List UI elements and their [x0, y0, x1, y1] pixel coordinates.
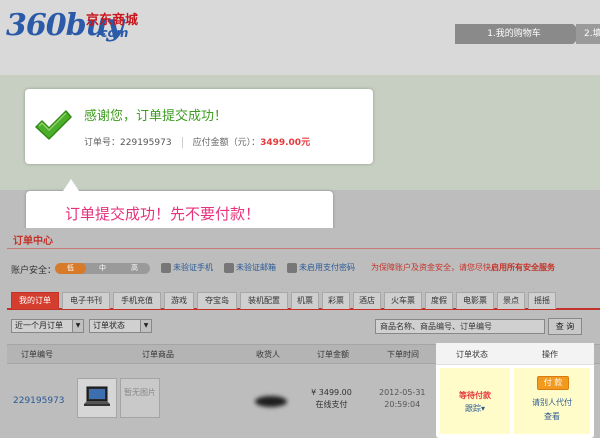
status-select[interactable]: 订单状态 ▼ [89, 319, 152, 333]
phone-icon [161, 262, 171, 273]
security-seg-mid: 中 [99, 264, 106, 272]
callout-text: 订单提交成功！先不要付款！ [65, 205, 261, 223]
th-order-id: 订单编号 [21, 350, 53, 359]
success-title: 感谢您，订单提交成功！ [84, 109, 228, 124]
verify-email-text: 未验证邮箱 [236, 263, 276, 272]
step-cart: 1.我的购物车 [455, 24, 583, 44]
verify-phone-text: 未验证手机 [173, 263, 213, 272]
order-status-text: 等待付款 [459, 391, 491, 400]
th-amount: 订单金额 [317, 350, 349, 359]
row-date: 2012-05-31 [379, 388, 426, 397]
lock-icon [287, 262, 297, 273]
security-seg-low: 低 [67, 264, 74, 272]
order-status-panel: 订单状态 操作 等待付款 跟踪▾ 付 款 请别人代付 查看 [436, 343, 594, 438]
order-tabs: 我的订单 电子书刊 手机充值 游戏 夺宝岛 装机配置 机票 彩票 酒店 火车票 度假 电影票 景点 摇摇 [7, 292, 600, 310]
order-summary-line: 订单号：229195973 应付金额（元）：3499.00元 [84, 135, 310, 148]
tab-13[interactable]: 摇摇 [528, 292, 556, 309]
status-panel-header: 订单状态 操作 [436, 343, 594, 365]
verify-phone-link[interactable]: 未验证手机 [161, 262, 213, 273]
order-id-link[interactable]: 229195973 [13, 396, 65, 406]
amount-cell: ¥ 3499.00 在线支付 [304, 387, 359, 411]
checkmark-icon [35, 110, 72, 140]
status-select-value: 订单状态 [93, 321, 125, 330]
pay-button[interactable]: 付 款 [537, 376, 569, 390]
tab-11[interactable]: 电影票 [456, 292, 494, 309]
order-time-cell: 2012-05-31 20:59:04 [379, 387, 426, 411]
step-fill-info: 2.填 [576, 24, 600, 44]
consignee-redacted [255, 396, 287, 407]
tab-2[interactable]: 手机充值 [113, 292, 161, 309]
tab-10[interactable]: 度假 [425, 292, 453, 309]
row-payment-method: 在线支付 [315, 400, 348, 409]
order-number-value: 229195973 [120, 138, 172, 148]
logo-domain-text: .com [96, 26, 129, 40]
date-range-value: 近一个月订单 [15, 321, 63, 330]
date-range-select[interactable]: 近一个月订单 ▼ [11, 319, 84, 333]
search-button[interactable]: 查 询 [548, 318, 582, 335]
tab-1[interactable]: 电子书刊 [62, 292, 110, 309]
verify-email-link[interactable]: 未验证邮箱 [224, 262, 276, 273]
chevron-down-icon: ▼ [72, 320, 83, 332]
chevron-down-icon: ▼ [140, 320, 151, 332]
tab-8[interactable]: 酒店 [353, 292, 381, 309]
track-link[interactable]: 跟踪▾ [440, 403, 510, 414]
pay-password-text: 未启用支付密码 [299, 263, 355, 272]
site-logo[interactable]: 360buy 京东商城 .com [6, 8, 156, 48]
row-amount: ¥ 3499.00 [311, 388, 352, 397]
security-seg-high: 高 [131, 264, 138, 272]
order-success-card: 感谢您，订单提交成功！ 订单号：229195973 应付金额（元）：3499.00… [25, 89, 373, 164]
security-label: 账户安全： [11, 266, 57, 276]
proxy-pay-link[interactable]: 请别人代付 [514, 397, 590, 408]
tab-0[interactable]: 我的订单 [11, 292, 59, 309]
tab-7[interactable]: 彩票 [322, 292, 350, 309]
th-consignee: 收货人 [256, 350, 280, 359]
no-image-placeholder[interactable]: 暂无图片 [120, 378, 160, 418]
security-warning: 为保障账户及资金安全，请您尽快启用所有安全服务 [371, 262, 555, 273]
status-cell: 等待付款 跟踪▾ [440, 368, 510, 434]
divider [181, 137, 183, 148]
tab-5[interactable]: 装机配置 [240, 292, 288, 309]
amount-label: 应付金额（元）： [192, 138, 261, 148]
laptop-image [84, 386, 110, 406]
view-order-link[interactable]: 查看 [514, 411, 590, 422]
order-number-label: 订单号： [84, 138, 121, 148]
account-security-row: 账户安全： 低 中 高 未验证手机 未验证邮箱 未启用支付密码 为保障账户及资金… [11, 262, 600, 276]
th-order-time: 下单时间 [387, 350, 419, 359]
tab-3[interactable]: 游戏 [164, 292, 194, 309]
security-warning-text: 为保障账户及资金安全，请您尽快 [371, 263, 491, 272]
th-status: 订单状态 [456, 350, 488, 359]
order-center-title: 订单中心 [13, 236, 53, 247]
th-actions: 操作 [542, 350, 558, 359]
security-level-bar: 低 中 高 [55, 263, 150, 274]
email-icon [224, 262, 234, 273]
th-products: 订单商品 [142, 350, 174, 359]
pay-password-link[interactable]: 未启用支付密码 [287, 262, 355, 273]
divider [7, 248, 600, 249]
site-header: 360buy 京东商城 .com 1.我的购物车 2.填 [0, 0, 600, 75]
amount-value: 3499.00元 [260, 138, 311, 148]
order-search-input[interactable] [375, 319, 545, 334]
tab-6[interactable]: 机票 [291, 292, 319, 309]
action-cell: 付 款 请别人代付 查看 [514, 368, 590, 434]
security-warning-link[interactable]: 启用所有安全服务 [491, 263, 555, 272]
tab-9[interactable]: 火车票 [384, 292, 422, 309]
tab-4[interactable]: 夺宝岛 [197, 292, 237, 309]
row-time: 20:59:04 [384, 400, 421, 409]
tab-12[interactable]: 景点 [497, 292, 525, 309]
filter-bar: 近一个月订单 ▼ 订单状态 ▼ 查 询 [7, 316, 600, 338]
